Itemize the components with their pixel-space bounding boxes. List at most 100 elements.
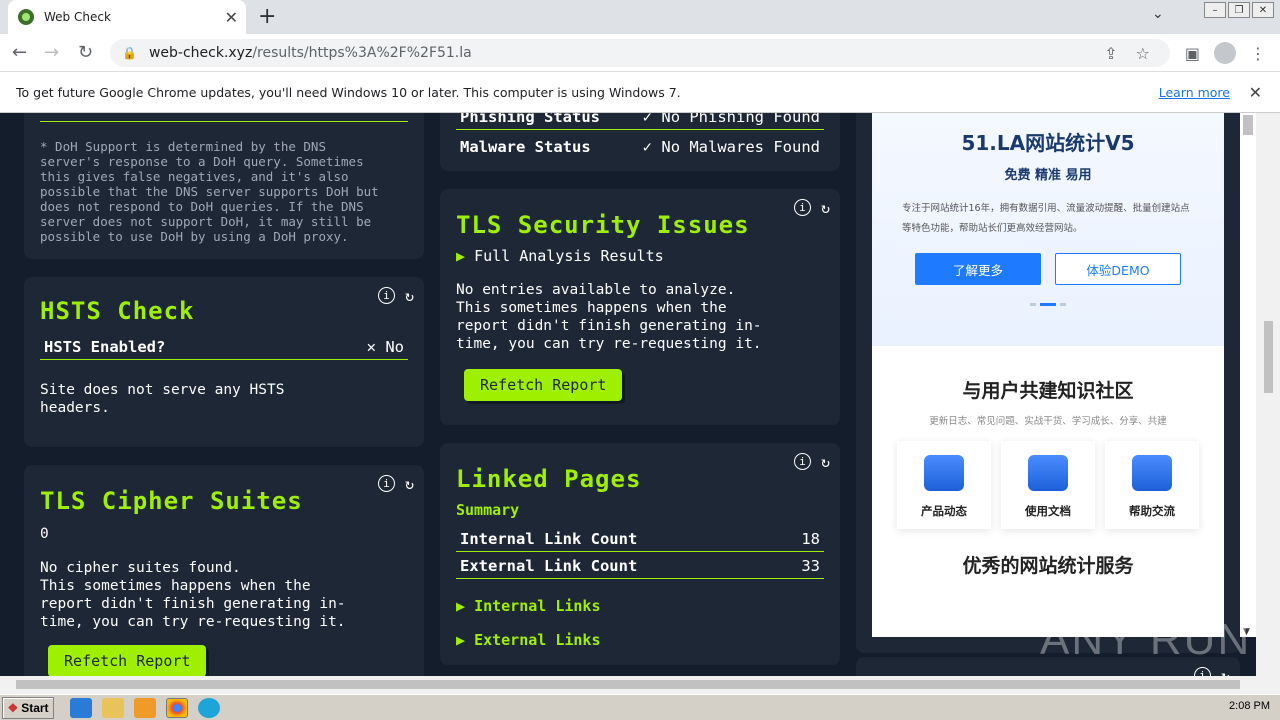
- cipher-message: No cipher suites found. This sometimes h…: [40, 560, 346, 630]
- new-tab-icon[interactable]: +: [258, 4, 276, 29]
- minimize-icon[interactable]: –: [1204, 2, 1226, 18]
- tls-issues-message: No entries available to analyze. This so…: [456, 282, 762, 352]
- info-icon[interactable]: i: [793, 199, 811, 216]
- refresh-icon[interactable]: ↻: [821, 453, 830, 471]
- info-icon[interactable]: i: [793, 453, 811, 470]
- cross-icon: ✕: [366, 338, 376, 356]
- window-close-icon[interactable]: ✕: [1252, 2, 1274, 18]
- cipher-card: i ↻ TLS Cipher Suites 0 No cipher suites …: [24, 465, 424, 676]
- share-icon[interactable]: ⇪: [1104, 44, 1117, 63]
- ad-card-help[interactable]: 帮助交流: [1105, 441, 1199, 529]
- tls-refetch-button[interactable]: Refetch Report: [464, 369, 623, 401]
- web-check-favicon-icon: [18, 9, 34, 25]
- tab-search-chevron-icon[interactable]: ⌄: [1152, 6, 1164, 22]
- web-check-page: * DoH Support is determined by the DNS s…: [0, 113, 1256, 676]
- refresh-icon[interactable]: ↻: [821, 199, 830, 217]
- infobar-message: To get future Google Chrome updates, you…: [16, 84, 681, 100]
- info-icon[interactable]: i: [377, 475, 395, 492]
- tab-bar: Web Check ✕ + ⌄ – ❐ ✕: [0, 0, 1280, 34]
- linked-summary: Summary: [456, 501, 520, 519]
- url-bar[interactable]: 🔒 web-check.xyz/results/https%3A%2F%2F51…: [110, 39, 1170, 67]
- internal-links-label: Internal Links: [474, 597, 601, 615]
- info-icon[interactable]: i: [377, 287, 395, 304]
- back-icon[interactable]: ←: [12, 42, 27, 63]
- restore-icon[interactable]: ❐: [1228, 2, 1250, 18]
- full-analysis-toggle[interactable]: ▶ Full Analysis Results: [456, 247, 664, 265]
- external-links-toggle[interactable]: ▶ External Links: [456, 631, 601, 649]
- ie-icon[interactable]: [70, 697, 92, 718]
- frame-scrollbar[interactable]: ▼: [1240, 113, 1256, 637]
- doh-row-divider: [40, 121, 408, 122]
- profile-avatar[interactable]: [1214, 42, 1236, 64]
- media-player-icon[interactable]: [134, 697, 156, 718]
- explorer-icon[interactable]: [102, 697, 124, 718]
- tls-issues-title: TLS Security Issues: [456, 211, 750, 239]
- ad-description: 专注于网站统计16年，拥有数据引用、流量波动提醒、批量创建站点等特色功能，帮助站…: [902, 203, 1190, 234]
- full-analysis-label: Full Analysis Results: [474, 247, 664, 265]
- clock: 2:08 PM: [1229, 700, 1270, 712]
- malware-row: Malware Status ✓ No Malwares Found: [456, 135, 824, 159]
- threats-card: Phishing Status ✓ No Phishing Found Malw…: [440, 113, 840, 171]
- site-screenshot-frame: 51.LA网站统计V5 免费 精准 易用 专注于网站统计16年，拥有数据引用、流…: [872, 113, 1224, 637]
- ad-card-docs[interactable]: 使用文档: [1001, 441, 1095, 529]
- side-panel-icon[interactable]: ▣: [1185, 44, 1200, 63]
- ad-title: 51.LA网站统计V5: [961, 131, 1135, 155]
- refresh-icon[interactable]: ↻: [405, 287, 414, 305]
- internal-count-row: Internal Link Count 18: [456, 527, 824, 552]
- tab-web-check[interactable]: Web Check ✕: [8, 0, 246, 34]
- anyrun-watermark: ANY RUN: [1040, 615, 1252, 664]
- ad-service-heading: 优秀的网站统计服务: [962, 555, 1134, 577]
- learn-more-link[interactable]: Learn more: [1159, 85, 1230, 100]
- forward-icon[interactable]: →: [44, 42, 59, 63]
- product-news-icon: [924, 455, 964, 491]
- reload-icon[interactable]: ↻: [78, 42, 93, 63]
- check-icon: ✓: [642, 113, 653, 126]
- edge-icon[interactable]: [198, 697, 220, 718]
- lock-icon[interactable]: 🔒: [122, 46, 137, 60]
- ad-card-label: 帮助交流: [1129, 504, 1175, 518]
- cipher-count: 0: [40, 526, 49, 542]
- external-count-label: External Link Count: [460, 557, 638, 575]
- page-scrollbar[interactable]: [1256, 113, 1280, 676]
- ad-community-heading: 与用户共建知识社区: [962, 380, 1134, 402]
- refresh-icon[interactable]: ↻: [405, 475, 414, 493]
- doh-note: * DoH Support is determined by the DNS s…: [40, 139, 379, 244]
- bookmark-star-icon[interactable]: ☆: [1136, 44, 1150, 63]
- start-label: Start: [21, 700, 49, 715]
- cipher-refetch-button[interactable]: Refetch Report: [48, 645, 207, 676]
- hsts-value: No: [385, 338, 404, 356]
- hsts-label: HSTS Enabled?: [44, 338, 166, 356]
- phishing-value: No Phishing Found: [661, 113, 820, 126]
- chrome-icon[interactable]: [166, 697, 188, 718]
- window-controls: – ❐ ✕: [1204, 2, 1274, 18]
- external-count-row: External Link Count 33: [456, 554, 824, 579]
- ad-card-product[interactable]: 产品动态: [897, 441, 991, 529]
- windows-logo-icon: ❖: [7, 700, 19, 715]
- hsts-message: Site does not serve any HSTS headers.: [40, 382, 285, 416]
- hsts-row: HSTS Enabled? ✕ No: [40, 335, 408, 360]
- triangle-right-icon: ▶: [456, 247, 466, 265]
- url-path: /results/https%3A%2F%2F51.la: [252, 45, 472, 61]
- start-button[interactable]: ❖ Start: [2, 696, 54, 719]
- internal-count-value: 18: [801, 530, 820, 548]
- address-toolbar: ← → ↻ 🔒 web-check.xyz/results/https%3A%2…: [0, 34, 1280, 72]
- hsts-title: HSTS Check: [40, 297, 195, 325]
- external-links-label: External Links: [474, 631, 601, 649]
- refresh-icon[interactable]: ↻: [1221, 667, 1230, 676]
- horizontal-scrollbar[interactable]: [0, 676, 1280, 694]
- learn-more-button[interactable]: 了解更多: [915, 253, 1041, 285]
- infobar-close-icon[interactable]: ✕: [1249, 83, 1262, 102]
- menu-dots-icon[interactable]: ⋮: [1250, 44, 1266, 63]
- taskbar: ❖ Start 2:08 PM: [0, 694, 1280, 720]
- info-icon[interactable]: i: [1193, 667, 1211, 676]
- carousel-dots[interactable]: [872, 303, 1224, 306]
- url-host: web-check.xyz: [148, 45, 253, 61]
- ad-subtitle: 免费 精准 易用: [1004, 168, 1092, 183]
- demo-button[interactable]: 体验DEMO: [1055, 253, 1181, 285]
- tls-issues-card: i ↻ TLS Security Issues ▶ Full Analysis R…: [440, 189, 840, 425]
- phishing-label: Phishing Status: [460, 113, 600, 126]
- internal-count-label: Internal Link Count: [460, 530, 638, 548]
- internal-links-toggle[interactable]: ▶ Internal Links: [456, 597, 601, 615]
- close-tab-icon[interactable]: ✕: [225, 8, 238, 27]
- doh-card: * DoH Support is determined by the DNS s…: [24, 113, 424, 259]
